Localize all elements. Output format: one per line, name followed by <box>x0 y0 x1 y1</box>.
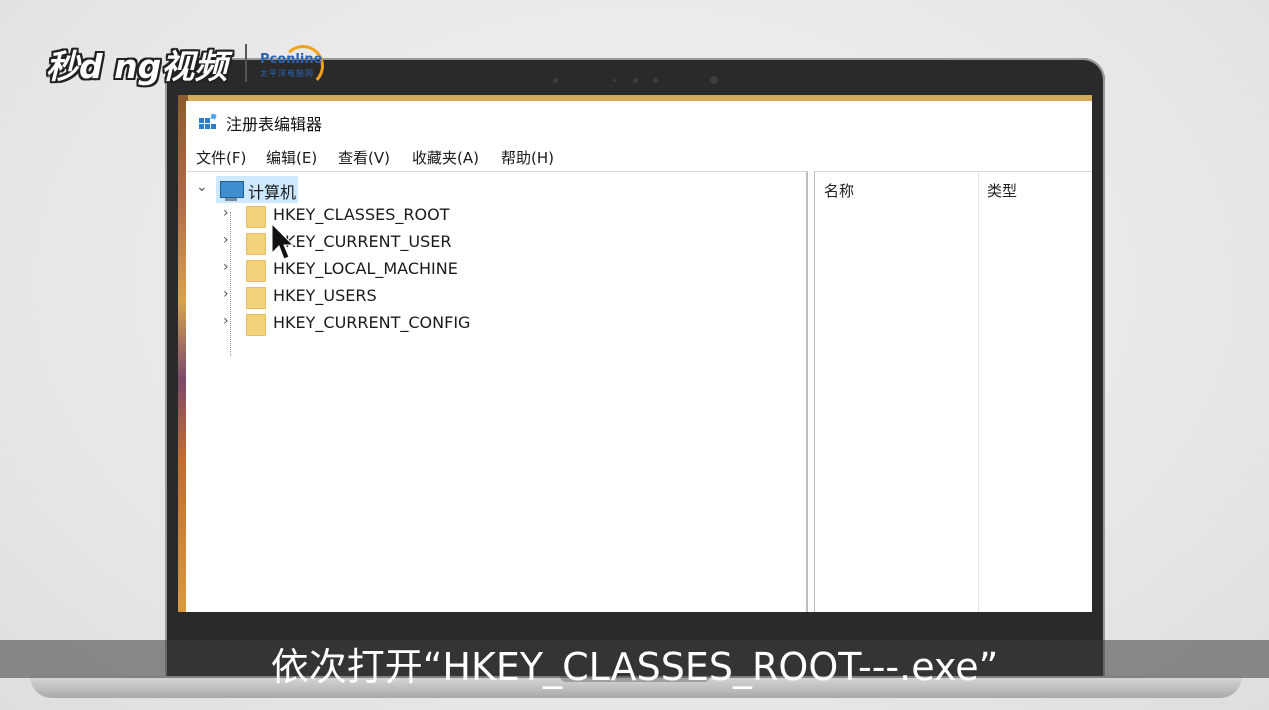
camera-dot <box>633 78 638 83</box>
tree-item-hkey-classes-root[interactable]: › HKEY_CLASSES_ROOT <box>186 203 586 229</box>
folder-icon <box>246 233 266 255</box>
menu-edit[interactable]: 编辑(E) <box>266 147 317 168</box>
pconline-logo: Pconline 太平洋电脑网 <box>260 43 340 87</box>
values-pane[interactable]: 名称 类型 <box>814 171 1092 612</box>
tree-item-label: HKEY_USERS <box>273 286 377 305</box>
tree-item-label: 计算机 <box>248 183 297 202</box>
folder-icon <box>246 314 266 336</box>
computer-icon-stand <box>225 198 237 201</box>
folder-icon <box>246 260 266 282</box>
video-frame: 注册表编辑器 文件(F) 编辑(E) 查看(V) 收藏夹(A) 帮助(H) ⌄ … <box>0 0 1269 710</box>
tree-item-hkey-local-machine[interactable]: › HKEY_LOCAL_MACHINE <box>186 257 586 283</box>
tree-item-computer[interactable]: ⌄ 计算机 <box>186 176 586 203</box>
folder-icon <box>246 206 266 228</box>
brand-logo-text: 秒d ng视频 <box>46 47 228 86</box>
chevron-right-icon[interactable]: › <box>223 259 229 275</box>
title-bar[interactable]: 注册表编辑器 <box>186 101 1092 141</box>
menu-help[interactable]: 帮助(H) <box>501 147 554 168</box>
menu-favorites[interactable]: 收藏夹(A) <box>412 147 479 168</box>
video-brand-watermark: 秒d ng视频 <box>46 40 227 88</box>
mouse-pointer-icon <box>271 223 295 260</box>
tree-item-hkey-users[interactable]: › HKEY_USERS <box>186 284 586 310</box>
pconline-logo-text: Pconline <box>260 52 323 67</box>
chevron-right-icon[interactable]: › <box>223 313 229 329</box>
column-header-type[interactable]: 类型 <box>987 180 1017 201</box>
chevron-right-icon[interactable]: › <box>223 205 229 221</box>
computer-icon <box>220 181 244 198</box>
chevron-down-icon[interactable]: ⌄ <box>196 179 208 195</box>
registry-editor-window: 注册表编辑器 文件(F) 编辑(E) 查看(V) 收藏夹(A) 帮助(H) ⌄ … <box>186 101 1092 612</box>
pconline-logo-subtext: 太平洋电脑网 <box>260 69 314 78</box>
column-header-name[interactable]: 名称 <box>824 180 854 201</box>
camera-dot <box>553 78 558 83</box>
laptop-screen: 注册表编辑器 文件(F) 编辑(E) 查看(V) 收藏夹(A) 帮助(H) ⌄ … <box>178 95 1092 612</box>
video-subtitle: 依次打开“HKEY_CLASSES_ROOT---.exe” <box>270 645 999 689</box>
column-divider[interactable] <box>978 172 979 612</box>
chevron-right-icon[interactable]: › <box>223 232 229 248</box>
menu-view[interactable]: 查看(V) <box>338 147 390 168</box>
tree-item-label: HKEY_CURRENT_USER <box>273 232 452 251</box>
camera-dot <box>613 79 616 82</box>
window-title: 注册表编辑器 <box>226 115 323 134</box>
camera-dot <box>710 76 718 84</box>
tree-item-label: HKEY_CLASSES_ROOT <box>273 205 450 224</box>
camera-dot <box>653 78 658 83</box>
menu-bar: 文件(F) 编辑(E) 查看(V) 收藏夹(A) 帮助(H) <box>186 145 1092 171</box>
folder-icon <box>246 287 266 309</box>
tree-item-hkey-current-user[interactable]: › HKEY_CURRENT_USER <box>186 230 586 256</box>
tree-item-label: HKEY_LOCAL_MACHINE <box>273 259 458 278</box>
regedit-icon <box>199 113 217 129</box>
chevron-right-icon[interactable]: › <box>223 286 229 302</box>
tree-item-hkey-current-config[interactable]: › HKEY_CURRENT_CONFIG <box>186 311 586 337</box>
watermark-divider <box>245 44 247 82</box>
menu-file[interactable]: 文件(F) <box>196 147 246 168</box>
tree-item-label: HKEY_CURRENT_CONFIG <box>273 313 471 332</box>
